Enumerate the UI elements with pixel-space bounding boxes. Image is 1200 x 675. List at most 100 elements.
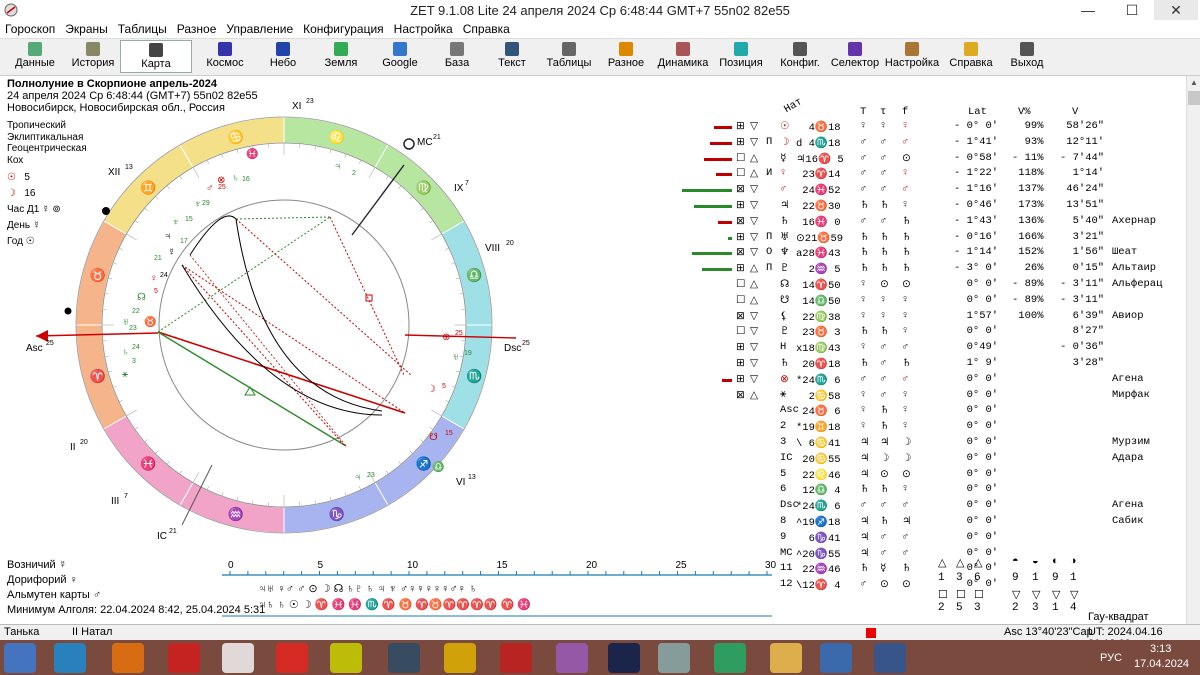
table-row[interactable]: 9 6♑41 ♃ ♂ ♂ 0° 0' [700,531,1180,546]
svg-text:☿: ☿ [168,247,176,258]
house-12-sup: 13 [125,164,133,171]
toolbar-config-button[interactable]: Конфиг. [772,40,828,73]
toolbar-tables-button[interactable]: Таблицы [540,40,598,73]
table-row[interactable]: Dsc *24♏ 6 ♂ ♂ ♂ 0° 0' Агена [700,499,1180,514]
table-cell-a: ⊞ [736,121,745,133]
clock-time[interactable]: 3:13 [1150,643,1171,657]
table-row[interactable]: ☐ △ ☿ ♃16♈ 5 ♂ ♂ ⊙ - 0°58' - 11% - 7'44" [700,152,1180,167]
windows-start-icon[interactable] [4,643,36,673]
toolbar-history-button[interactable]: История [66,40,120,73]
taskbar: РУС 3:13 17.04.2024 [0,640,1200,675]
menu-tables[interactable]: Таблицы [113,20,172,38]
table-row[interactable]: ☐ △ И ♀ 23♈14 ♂ ♂ ♀ - 1°22' 118% 1°14' [700,167,1180,182]
table-row[interactable]: ⊞ △ П ♇ 2♒ 5 ♄ ♄ ♄ - 3° 0' 26% 0'15" Альтаир [700,262,1180,277]
table-row[interactable]: ☐ △ ☋ 14♎50 ♀ ♀ ♀ 0° 0' - 89% - 3'11" [700,294,1180,309]
menu-screens[interactable]: Экраны [60,20,112,38]
table-row[interactable]: ⊞ ▽ ♄ 20♈18 ♄ ♂ ♄ 1° 9' 3'28" [700,357,1180,372]
table-row[interactable]: ⊠ △ ⚹ 2♋58 ♀ ♂ ♀ 0° 0' Мирфак [700,389,1180,404]
table-row[interactable]: ☐ ▽ ♇ 23♉ 3 ♄ ♄ ♀ 0° 0' 8'27" [700,325,1180,340]
menu-misc[interactable]: Разное [172,20,222,38]
toolbar-chart-button[interactable]: Карта [120,40,192,73]
table-cell-p: ♂ [780,183,787,196]
table-row[interactable]: 8 ^19♐18 ♃ ♄ ♃ 0° 0' Сабик [700,515,1180,530]
zet-icon[interactable] [820,643,852,673]
archive-icon[interactable] [556,643,588,673]
toolbar-exit-button[interactable]: Выход [1000,40,1054,73]
toolbar-settings-button[interactable]: Настройка [882,40,942,73]
table-row[interactable]: ⊞ ▽ ☉ 4♉18 ♀ ♀ ♀ - 0° 0' 99% 58'26" [700,120,1180,135]
toolbar-selector-button[interactable]: Селектор [828,40,882,73]
table-cell-b: △ [750,294,759,307]
table-row[interactable]: 6 12♎ 4 ♄ ♄ ♀ 0° 0' [700,483,1180,498]
firefox-icon[interactable] [112,643,144,673]
tables-icon [562,42,576,56]
toolbar-help-button[interactable]: Справка [942,40,1000,73]
edge-icon[interactable] [54,643,86,673]
table-cell-pos: 20♋55 [796,453,841,466]
minimize-button[interactable]: — [1066,0,1110,20]
table-row[interactable]: 5 22♌46 ♃ ⊙ ⊙ 0° 0' [700,468,1180,483]
table-cell-b: ▽ [750,310,759,323]
toolbar-data-button[interactable]: Данные [6,40,64,73]
menu-settings[interactable]: Настройка [389,20,458,38]
table-row[interactable]: 3 \ 6♋41 ♃ ♃ ☽ 0° 0' Мурзим [700,436,1180,451]
table-cell-vp: 26% [1012,262,1044,275]
menu-help[interactable]: Справка [458,20,515,38]
table-row[interactable]: IC 20♋55 ♃ ☽ ☽ 0° 0' Адара [700,452,1180,467]
toolbar-database-button[interactable]: База [430,40,484,73]
zodiac-sign-glyph: ♌ [328,130,344,145]
menu-bar: Гороскоп Экраны Таблицы Разное Управление Кон… [0,20,1200,38]
table-row[interactable]: ⊠ ▽ ♂ 24♓52 ♂ ♂ ♂ - 1°16' 137% 46'24" [682,183,1180,198]
toolbar-position-button[interactable]: Позиция [712,40,770,73]
table-row[interactable]: ⊞ ▽ ♃ 22♉30 ♄ ♄ ♀ - 0°46' 173% 13'51" [694,199,1180,214]
menu-horoscope[interactable]: Гороскоп [0,20,60,38]
table-row[interactable]: ⊞ ▽ П ☽ d 4♏18 ♂ ♂ ♂ - 1°41' 93% 12°11' [700,136,1180,151]
app-house-icon[interactable] [388,643,420,673]
svg-text:19: 19 [464,350,472,357]
table-row[interactable]: ⊞ ▽ ⊗ *24♏ 6 ♂ ♂ ♂ 0° 0' Агена [700,373,1180,388]
language-indicator[interactable]: РУС [1100,652,1122,666]
table-row[interactable]: ⊠ ▽ О ♆ a28♓43 ♄ ♄ ♄ - 1°14' 152% 1'56" Шеат [692,246,1180,261]
scroll-up-icon[interactable]: ▲ [1187,76,1200,90]
opera-icon[interactable] [168,643,200,673]
svg-text:5: 5 [154,288,158,295]
explorer-icon[interactable] [770,643,802,673]
app-yellow-icon[interactable] [330,643,362,673]
app-spiral-icon[interactable] [444,643,476,673]
vertical-scrollbar[interactable]: ▲ [1186,76,1200,624]
app-green-icon[interactable] [714,643,746,673]
table-cell-b: △ [750,168,759,181]
table-row[interactable]: ⊞ ▽ П ♅ ⊙21♉59 ♄ ♄ ♄ - 0°16' 166% 3'21" [700,231,1180,246]
photoshop-icon[interactable] [608,643,640,673]
toolbar-text-button[interactable]: Текст [484,40,540,73]
menu-control[interactable]: Управление [221,20,298,38]
toolbar-google-button[interactable]: Google [370,40,430,73]
close-button[interactable]: ✕ [1154,0,1198,20]
toolbar-label: Небо [269,57,297,69]
table-row[interactable]: 2 *19♊18 ♀ ♄ ♀ 0° 0' [700,420,1180,435]
table-cell-t: ♄ [860,200,870,212]
menu-configuration[interactable]: Конфигурация [298,20,389,38]
toolbar-sky-button[interactable]: Небо [254,40,312,73]
yandex-browser-icon[interactable] [222,643,254,673]
natal-chart-wheel[interactable]: ♈♉♊♋ ♌♍♎♏♐♑♒♓ Asc 25 Dsc 25 MC 21 IC 21 X… [22,95,542,557]
google-icon [393,42,407,56]
word-icon[interactable] [874,643,906,673]
toolbar-earth-button[interactable]: Земля [312,40,370,73]
table-row[interactable]: ⊞ ▽ Hx18♍43 ♀ ♂ ♂ 0°49' - 0'36" [700,341,1180,356]
table-row[interactable]: ⊠ ▽ ⚸ 22♍38 ♀ ♀ ♀ 1°57' 100% 6'39" Авиор [700,310,1180,325]
toolbar-misc-button[interactable]: Разное [598,40,654,73]
table-cell-f: ⊙ [902,468,911,481]
table-row[interactable]: ⊠ ▽ ♄ 16♓ 0 ♂ ♂ ♄ - 1°43' 136% 5'40" Ахернар [700,215,1180,230]
angular-icon[interactable] [500,643,532,673]
yandex-icon[interactable] [276,643,308,673]
clock-date[interactable]: 17.04.2024 [1134,658,1189,672]
maximize-button[interactable]: ☐ [1110,0,1154,20]
toolbar-dynamics-button[interactable]: Динамика [654,40,712,73]
table-row[interactable]: ☐ △ ☊ 14♈50 ♀ ⊙ ⊙ 0° 0' - 89% - 3'11" Альферац [700,278,1180,293]
app-cross-icon[interactable] [658,643,690,673]
toolbar-cosmos-button[interactable]: Космос [196,40,254,73]
table-cell-f: ♀ [902,404,909,417]
table-row[interactable]: Asc 24♉ 6 ♀ ♄ ♀ 0° 0' [700,404,1180,419]
scroll-thumb[interactable] [1188,91,1200,105]
